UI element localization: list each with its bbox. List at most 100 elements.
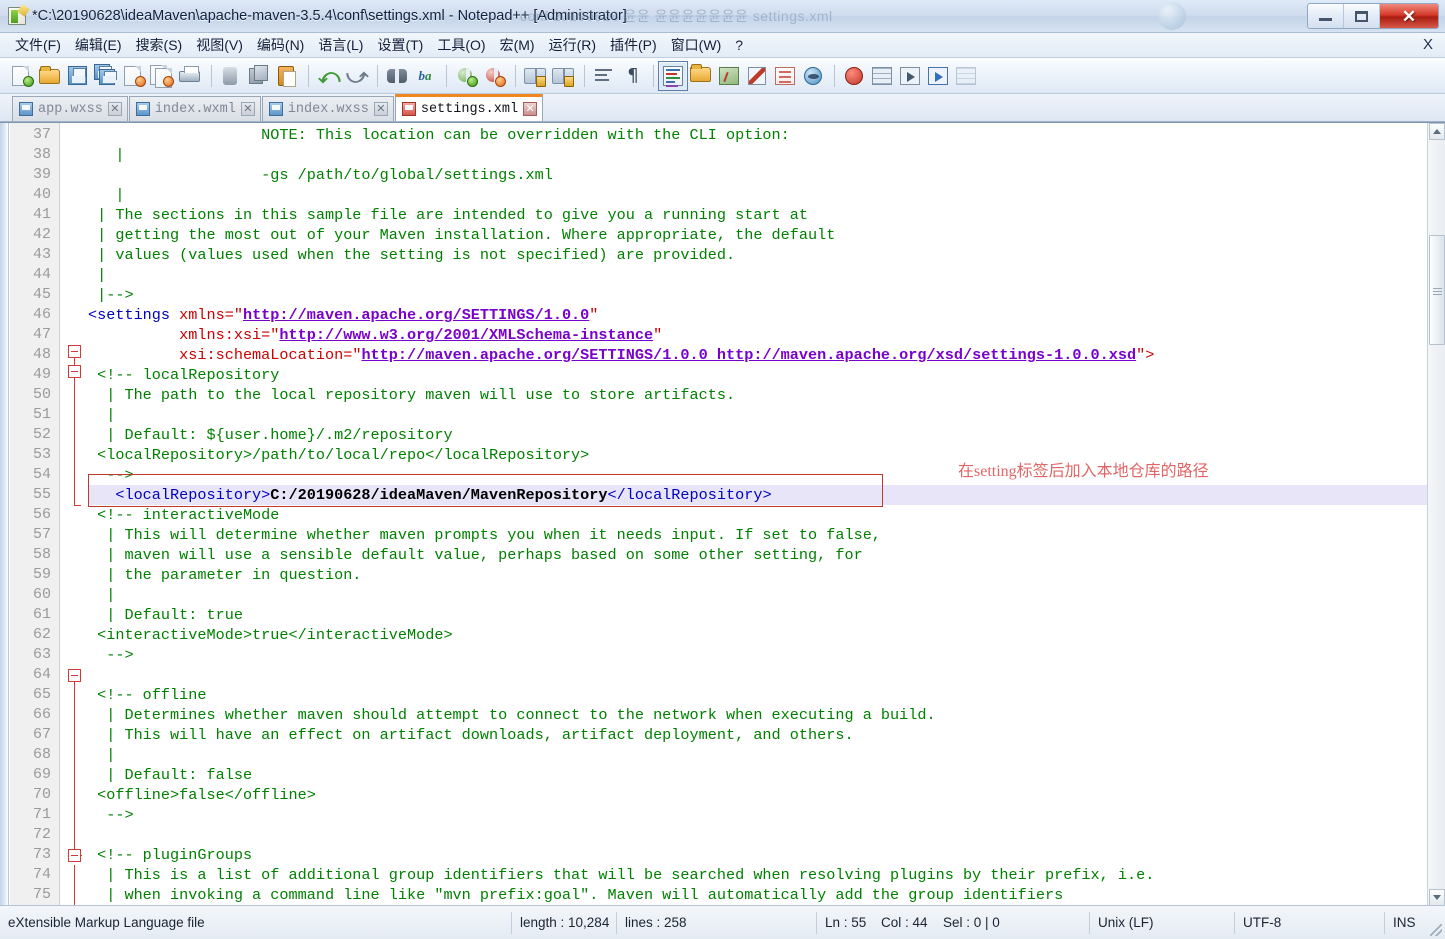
close-file-icon[interactable]	[121, 63, 147, 89]
code-line[interactable]: -gs /path/to/global/settings.xml	[88, 165, 553, 185]
code-line[interactable]: -->	[88, 465, 133, 485]
menu-window[interactable]: 窗口(W)	[664, 33, 729, 57]
function-list-icon[interactable]	[744, 63, 770, 89]
menu-settings[interactable]: 设置(T)	[370, 33, 430, 57]
code-line[interactable]: <localRepository>/path/to/local/repo</lo…	[88, 445, 589, 465]
code-line[interactable]: |	[88, 585, 115, 605]
menu-macro[interactable]: 宏(M)	[493, 33, 542, 57]
code-folding-column[interactable]	[61, 123, 87, 906]
code-line[interactable]: | Default: ${user.home}/.m2/repository	[88, 425, 452, 445]
menu-encoding[interactable]: 编码(N)	[250, 33, 311, 57]
menu-search[interactable]: 搜索(S)	[129, 33, 190, 57]
code-line[interactable]: |	[88, 265, 106, 285]
scroll-down-button[interactable]	[1429, 889, 1445, 906]
code-line[interactable]: |	[88, 405, 115, 425]
show-all-characters-icon[interactable]: ¶	[619, 63, 645, 89]
code-line[interactable]: <settings xmlns="http://maven.apache.org…	[88, 305, 598, 325]
monitoring-icon[interactable]	[800, 63, 826, 89]
code-line[interactable]: <!-- localRepository	[88, 365, 279, 385]
fold-toggle-line-48[interactable]	[68, 345, 81, 358]
save-icon[interactable]	[65, 63, 91, 89]
macro-stop-icon[interactable]	[869, 63, 895, 89]
code-line[interactable]: | This will determine whether maven prom…	[88, 525, 881, 545]
code-line[interactable]: <!-- interactiveMode	[88, 505, 279, 525]
code-line[interactable]: <!-- pluginGroups	[88, 845, 252, 865]
menu-view[interactable]: 视图(V)	[189, 33, 250, 57]
menu-run[interactable]: 运行(R)	[542, 33, 603, 57]
macro-play-icon[interactable]	[897, 63, 923, 89]
open-file-icon[interactable]	[37, 63, 63, 89]
close-all-files-icon[interactable]	[149, 63, 175, 89]
code-line[interactable]: xmlns:xsi= "http://www.w3.org/2001/XMLSch…	[88, 325, 662, 345]
maximize-button[interactable]	[1344, 4, 1380, 28]
tab-index-wxml[interactable]: index.wxml ✕	[128, 96, 261, 121]
code-line[interactable]: | This is a list of additional group ide…	[88, 865, 1154, 885]
tab-app-wxss[interactable]: app.wxss ✕	[12, 96, 128, 121]
menu-plugins[interactable]: 插件(P)	[603, 33, 664, 57]
code-line[interactable]: xsi:schemaLocation="http://maven.apache.…	[88, 345, 1154, 365]
user-defined-dialog-icon[interactable]	[688, 63, 714, 89]
document-map-icon[interactable]	[716, 63, 742, 89]
minimize-button[interactable]	[1308, 4, 1344, 28]
redo-icon[interactable]: ⤻	[343, 63, 369, 89]
find-icon[interactable]	[384, 63, 410, 89]
fold-toggle-line-56[interactable]	[68, 669, 81, 682]
code-line[interactable]: NOTE: This location can be overridden wi…	[88, 125, 790, 145]
code-line[interactable]: | maven will use a sensible default valu…	[88, 545, 862, 565]
macro-record-icon[interactable]	[841, 63, 867, 89]
code-line[interactable]: <localRepository>C:/20190628/ideaMaven/M…	[88, 485, 771, 505]
new-file-icon[interactable]	[9, 63, 35, 89]
code-line[interactable]: | Determines whether maven should attemp…	[88, 705, 935, 725]
menu-language[interactable]: 语言(L)	[311, 33, 370, 57]
save-all-icon[interactable]	[93, 63, 119, 89]
editor-area[interactable]: 37 38 39 40 41 42 43 44 45 46 47 48 49 50 51 52 53 54 55 56…	[0, 122, 1445, 906]
code-line[interactable]: <!-- offline	[88, 685, 206, 705]
code-line[interactable]: -->	[88, 805, 133, 825]
cut-icon[interactable]	[218, 63, 244, 89]
tab-settings-xml[interactable]: settings.xml ✕	[394, 94, 544, 121]
code-line[interactable]: | when invoking a command line like "mvn…	[88, 885, 1063, 905]
sync-vertical-scroll-icon[interactable]	[522, 63, 548, 89]
folder-as-workspace-icon[interactable]	[772, 63, 798, 89]
menu-tools[interactable]: 工具(O)	[430, 33, 492, 57]
code-line[interactable]: | values (values used when the setting i…	[88, 245, 735, 265]
tab-close-icon[interactable]: ✕	[373, 102, 388, 116]
code-line[interactable]: <interactiveMode>true</interactiveMode>	[88, 625, 452, 645]
scroll-up-button[interactable]	[1429, 123, 1445, 140]
replace-icon[interactable]: ba	[412, 63, 438, 89]
code-line[interactable]: | the parameter in question.	[88, 565, 361, 585]
fold-toggle-line-65[interactable]	[68, 849, 81, 862]
indent-guide-icon[interactable]	[658, 60, 688, 91]
code-line[interactable]: |	[88, 745, 115, 765]
menu-file[interactable]: 文件(F)	[8, 33, 68, 57]
copy-icon[interactable]	[246, 63, 272, 89]
code-line[interactable]: | The path to the local repository maven…	[88, 385, 735, 405]
menu-edit[interactable]: 编辑(E)	[68, 33, 129, 57]
tab-close-icon[interactable]: ✕	[523, 102, 538, 116]
code-line[interactable]: <offline>false</offline>	[88, 785, 316, 805]
scrollbar-thumb[interactable]	[1429, 235, 1445, 345]
window-resize-grip[interactable]	[1430, 924, 1442, 936]
paste-icon[interactable]	[274, 63, 300, 89]
zoom-in-icon[interactable]	[453, 63, 479, 89]
tab-close-icon[interactable]: ✕	[107, 102, 122, 116]
code-line[interactable]: | The sections in this sample file are i…	[88, 205, 808, 225]
close-button[interactable]: ✕	[1380, 4, 1438, 28]
menu-help[interactable]: ?	[728, 35, 750, 55]
tab-close-icon[interactable]: ✕	[240, 102, 255, 116]
close-document-button[interactable]: X	[1423, 36, 1433, 53]
code-line[interactable]: -->	[88, 645, 133, 665]
code-line[interactable]: | Default: false	[88, 765, 252, 785]
code-line[interactable]: | getting the most out of your Maven ins…	[88, 225, 835, 245]
code-line[interactable]: |	[88, 185, 124, 205]
zoom-out-icon[interactable]	[481, 63, 507, 89]
macro-run-multiple-icon[interactable]	[925, 63, 951, 89]
vertical-scrollbar[interactable]	[1427, 123, 1445, 906]
undo-icon[interactable]: ⤺	[315, 63, 341, 89]
code-text[interactable]: NOTE: This location can be overridden wi…	[88, 123, 1427, 906]
print-icon[interactable]	[177, 63, 203, 89]
sync-horizontal-scroll-icon[interactable]	[550, 63, 576, 89]
word-wrap-icon[interactable]	[591, 63, 617, 89]
code-line[interactable]: |-->	[88, 285, 133, 305]
code-line[interactable]: | Default: true	[88, 605, 243, 625]
